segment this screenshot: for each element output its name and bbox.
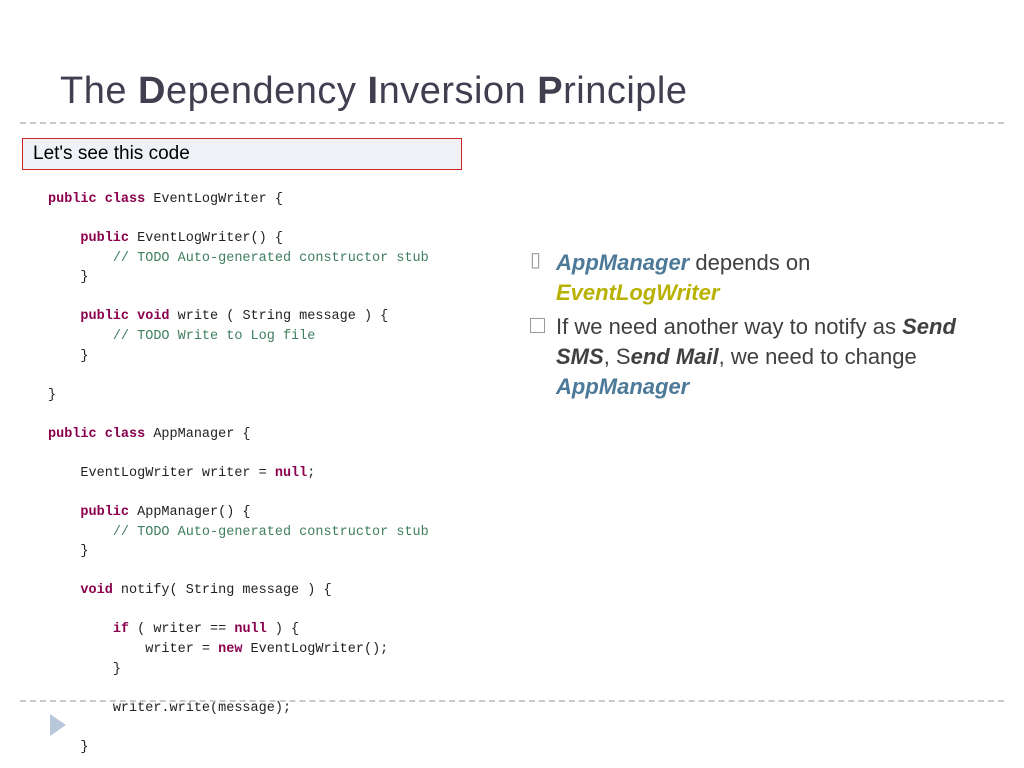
title-post: rinciple (563, 70, 687, 112)
code-block: public class EventLogWriter { public Eve… (48, 190, 429, 768)
code-text: write ( String message ) { (170, 309, 389, 324)
code-kw: null (275, 466, 307, 481)
text: If we need another way to notify as (556, 314, 902, 339)
code-comment: // TODO Write to Log file (113, 329, 316, 344)
code-kw: public void (80, 309, 169, 324)
divider-top (20, 122, 1004, 124)
bullet-marker-icon (530, 312, 556, 343)
code-text: } (80, 740, 88, 755)
subtitle-box: Let's see this code (22, 138, 462, 170)
title-b3: P (537, 70, 563, 112)
code-kw: new (218, 642, 242, 657)
code-text: } (80, 544, 88, 559)
code-text: AppManager { (145, 427, 250, 442)
em-steel: AppManager (556, 374, 689, 399)
bullet-item: If we need another way to notify as Send… (530, 312, 970, 401)
code-text: EventLogWriter writer = (80, 466, 274, 481)
code-kw: public (80, 231, 129, 246)
code-text: } (113, 662, 121, 677)
divider-bottom (20, 700, 1004, 702)
code-text: ( writer == (129, 622, 234, 637)
code-kw: if (113, 622, 129, 637)
code-text: EventLogWriter() { (129, 231, 283, 246)
bullet-text: AppManager depends on EventLogWriter (556, 248, 970, 307)
code-text: EventLogWriter { (145, 192, 283, 207)
text: depends on (689, 250, 810, 275)
title-b1: D (138, 70, 166, 112)
page-title: The Dependency Inversion Principle (60, 70, 688, 113)
code-kw: public class (48, 192, 145, 207)
slide: The Dependency Inversion Principle Let's… (0, 0, 1024, 768)
code-text: } (48, 388, 56, 403)
title-pre1: The (60, 70, 138, 112)
code-kw: public class (48, 427, 145, 442)
code-text: writer = (145, 642, 218, 657)
bullet-list: ▯ AppManager depends on EventLogWriter I… (530, 248, 970, 406)
code-comment: // TODO Auto-generated constructor stub (113, 525, 429, 540)
em-steel: AppManager (556, 250, 689, 275)
code-text: } (80, 270, 88, 285)
code-text: } (80, 349, 88, 364)
bullet-marker-icon: ▯ (530, 248, 556, 276)
code-kw: null (234, 622, 266, 637)
subtitle-text: Let's see this code (33, 143, 190, 164)
code-text: ; (307, 466, 315, 481)
code-text: writer.write(message); (113, 701, 291, 716)
code-comment: // TODO Auto-generated constructor stub (113, 251, 429, 266)
text: , S (604, 344, 631, 369)
title-mid1: ependency (166, 70, 368, 112)
text: , we need to change (719, 344, 917, 369)
bullet-item: ▯ AppManager depends on EventLogWriter (530, 248, 970, 307)
title-b2: I (368, 70, 379, 112)
em-yellow: EventLogWriter (556, 280, 719, 305)
code-text: ) { (267, 622, 299, 637)
em-bold: end Mail (631, 344, 719, 369)
code-kw: public (80, 505, 129, 520)
code-text: EventLogWriter(); (242, 642, 388, 657)
bullet-text: If we need another way to notify as Send… (556, 312, 970, 401)
code-text: AppManager() { (129, 505, 251, 520)
code-kw: void (80, 583, 112, 598)
code-text: notify( String message ) { (113, 583, 332, 598)
play-icon (50, 714, 66, 736)
title-mid2: nversion (379, 70, 538, 112)
